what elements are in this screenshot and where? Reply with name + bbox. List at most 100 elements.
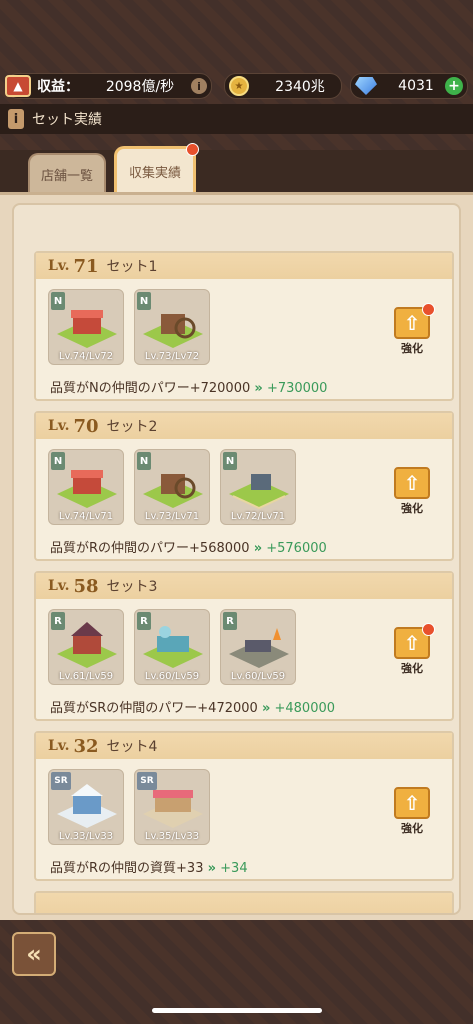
set-header: Lv. 70 セット2 [36,413,452,439]
building-level: Lv.73/Lv71 [144,511,200,522]
arrow-up-icon: ⇧ [394,467,430,499]
page-title: セット実績 [32,112,102,128]
rarity-badge: N [51,292,65,310]
arrow-up-icon: ⇧ [394,787,430,819]
double-chevron-icon: » [253,541,263,556]
notification-dot-icon [422,623,435,636]
rarity-badge: N [51,452,65,470]
level-prefix: Lv. [48,578,70,594]
gem-icon [355,77,377,95]
building-slot[interactable]: SR Lv.35/Lv33 [134,769,210,845]
set-name: セット1 [106,259,158,275]
main-panel: Lv. 71 セット1 N Lv.74/Lv72 N Lv.73/Lv72 ⇧ … [0,192,473,923]
set-name: セット4 [106,739,158,755]
effect-next: +730000 [266,381,328,396]
set-header: Lv. 71 セット1 [36,253,452,279]
rarity-badge: N [137,292,151,310]
info-icon[interactable]: i [191,78,207,94]
building-slot[interactable]: N Lv.72/Lv71 [220,449,296,525]
enhance-button[interactable]: ⇧ 強化 [394,303,435,355]
building-level: Lv.61/Lv59 [58,671,114,682]
income-label: 収益： [37,79,79,95]
tab-store-list[interactable]: 店舗一覧 [28,153,106,193]
set-level: 32 [73,735,99,757]
building-level: Lv.60/Lv59 [144,671,200,682]
back-arrow-icon: « [26,940,42,968]
rarity-badge: SR [51,772,71,790]
rarity-badge: R [137,612,151,630]
shop-icon: ▲ [5,75,31,97]
building-slot[interactable]: R Lv.60/Lv59 [134,609,210,685]
enhance-button[interactable]: ⇧ 強化 [394,623,435,675]
rarity-badge: N [223,452,237,470]
page-header: i セット実績 [0,104,473,134]
building-slot[interactable]: N Lv.74/Lv71 [48,449,124,525]
set-effect: 品質がNの仲間のパワー+720000 » +730000 [50,377,327,396]
building-slot[interactable]: N Lv.73/Lv72 [134,289,210,365]
level-prefix: Lv. [48,738,70,754]
coin-pill[interactable]: ★ 2340兆 [224,73,342,99]
building-slot[interactable]: SR Lv.33/Lv33 [48,769,124,845]
double-chevron-icon: » [254,381,263,396]
building-level: Lv.33/Lv33 [58,831,114,842]
enhance-label: 強化 [401,822,423,835]
set-card: Lv. 32 セット4 SR Lv.33/Lv33 SR Lv.35/Lv33 … [34,731,454,881]
set-level: 58 [73,575,99,597]
effect-current: 品質がNの仲間のパワー+720000 [50,381,251,396]
set-name: セット2 [106,419,158,435]
rarity-badge: R [223,612,237,630]
double-chevron-icon: » [261,701,271,716]
set-list[interactable]: Lv. 71 セット1 N Lv.74/Lv72 N Lv.73/Lv72 ⇧ … [12,203,461,915]
effect-next: +576000 [266,541,327,556]
info-badge-icon[interactable]: i [8,109,24,129]
effect-next: +480000 [274,701,336,716]
building-level: Lv.72/Lv71 [230,511,286,522]
resource-bar: ▲ 収益： 2098億/秒 i ★ 2340兆 4031 + [0,70,473,100]
building-level: Lv.35/Lv33 [144,831,200,842]
effect-current: 品質がSRの仲間のパワー+472000 [50,701,258,716]
set-card [34,891,454,913]
set-header: Lv. 58 セット3 [36,573,452,599]
building-slot[interactable]: N Lv.73/Lv71 [134,449,210,525]
set-level: 70 [73,415,99,437]
building-slot[interactable]: R Lv.60/Lv59 [220,609,296,685]
coin-value: 2340兆 [275,79,325,95]
back-button[interactable]: « [12,932,56,976]
enhance-label: 強化 [401,502,423,515]
home-indicator[interactable] [152,1008,322,1013]
level-prefix: Lv. [48,418,70,434]
tab-collection[interactable]: 収集実績 [114,143,199,194]
set-header [36,893,452,913]
building-slot[interactable]: R Lv.61/Lv59 [48,609,124,685]
rarity-badge: SR [137,772,157,790]
building-level: Lv.74/Lv72 [58,351,114,362]
tab-label: 店舗一覧 [40,168,93,184]
rarity-badge: N [137,452,151,470]
building-level: Lv.60/Lv59 [230,671,286,682]
enhance-label: 強化 [401,662,423,675]
set-effect: 品質がRの仲間のパワー+568000 » +576000 [50,537,327,556]
rarity-badge: R [51,612,65,630]
income-value: 2098億/秒 [105,79,175,95]
notification-dot-icon [422,303,435,316]
set-card: Lv. 70 セット2 N Lv.74/Lv71 N Lv.73/Lv71 N … [34,411,454,561]
enhance-button[interactable]: ⇧ 強化 [394,467,434,515]
effect-next: +34 [220,861,248,876]
add-gems-button[interactable]: + [445,77,463,95]
set-effect: 品質がRの仲間の資質+33 » +34 [50,857,248,876]
gem-pill[interactable]: 4031 + [350,73,468,99]
notification-dot-icon [186,143,199,156]
set-card: Lv. 58 セット3 R Lv.61/Lv59 R Lv.60/Lv59 R … [34,571,454,721]
set-card: Lv. 71 セット1 N Lv.74/Lv72 N Lv.73/Lv72 ⇧ … [34,251,454,401]
effect-current: 品質がRの仲間の資質+33 [50,861,204,876]
gem-value: 4031 [398,78,434,94]
building-level: Lv.74/Lv71 [58,511,114,522]
enhance-button[interactable]: ⇧ 強化 [394,787,434,835]
level-prefix: Lv. [48,258,70,274]
double-chevron-icon: » [207,861,217,876]
building-slot[interactable]: N Lv.74/Lv72 [48,289,124,365]
set-name: セット3 [106,579,158,595]
building-level: Lv.73/Lv72 [144,351,200,362]
income-pill[interactable]: ▲ 収益： 2098億/秒 i [5,73,212,99]
tab-label: 収集実績 [128,166,181,181]
